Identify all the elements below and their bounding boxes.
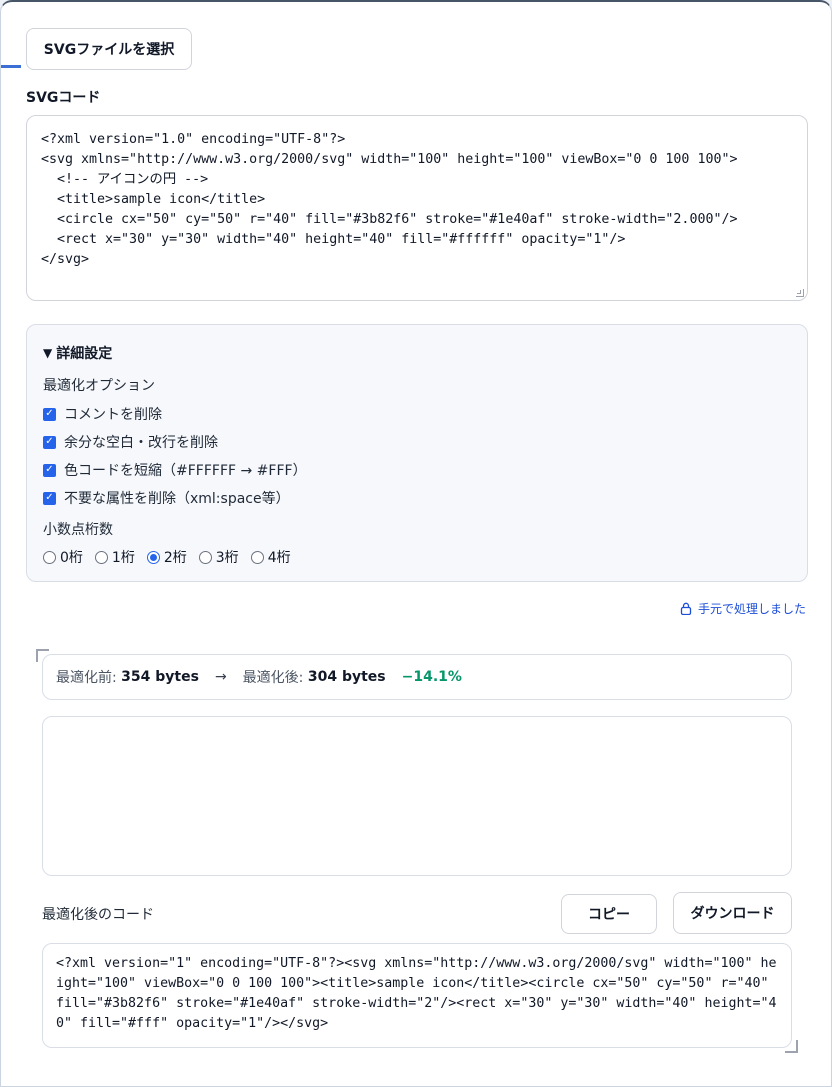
reduction-percent: −14.1%: [401, 669, 462, 685]
optimize-options-label: 最適化オプション: [43, 378, 155, 394]
code-line: <rect x="30" y="30" width="40" height="4…: [41, 232, 626, 247]
copy-button[interactable]: コピー: [561, 894, 657, 934]
option-shorten-colors[interactable]: ✓ 色コードを短縮（#FFFFFF → #FFF）: [43, 460, 307, 480]
option-label: 不要な属性を削除（xml:space等）: [64, 491, 290, 507]
code-line: </svg>: [41, 252, 90, 267]
code-line: <title>sample icon</title>: [41, 192, 266, 207]
advanced-settings-toggle[interactable]: ▼ 詳細設定: [43, 343, 112, 363]
radio-label: 0桁: [60, 550, 83, 566]
radio-decimal-1[interactable]: 1桁: [94, 547, 135, 567]
lock-icon: [680, 602, 692, 615]
optimizer-panel: SVGファイルを選択 SVGコード <?xml version="1.0" en…: [0, 0, 832, 1087]
decimal-places-radio-group: 0桁 1桁 2桁 3桁 4桁: [43, 547, 291, 567]
code-line: <!-- アイコンの円 -->: [41, 172, 209, 187]
radio-label: 4桁: [267, 550, 291, 566]
option-remove-comments[interactable]: ✓ コメントを削除: [43, 404, 162, 424]
after-value: 304 bytes: [307, 669, 386, 685]
radio-decimal-4[interactable]: 4桁: [250, 547, 291, 567]
advanced-settings: ▼ 詳細設定 最適化オプション ✓ コメントを削除 ✓ 余分な空白・改行を削除 …: [26, 324, 808, 582]
before-value: 354 bytes: [121, 669, 199, 685]
select-svg-file-button[interactable]: SVGファイルを選択: [26, 28, 192, 70]
resize-grip-icon[interactable]: [796, 289, 804, 297]
radio-decimal-3[interactable]: 3桁: [198, 547, 239, 567]
radio-label: 1桁: [111, 550, 135, 566]
option-label: 色コードを短縮（#FFFFFF → #FFF）: [64, 463, 307, 479]
radio-icon[interactable]: [94, 550, 108, 564]
svg-code-label: SVGコード: [26, 90, 101, 106]
radio-label: 2桁: [163, 550, 187, 566]
before-label: 最適化前:: [56, 670, 117, 686]
checkbox-checked-icon[interactable]: ✓: [43, 491, 56, 505]
triangle-down-icon: ▼: [43, 346, 53, 360]
size-stats: 最適化前: 354 bytes → 最適化後: 304 bytes −14.1%: [42, 654, 792, 700]
svg-code-textarea[interactable]: <?xml version="1.0" encoding="UTF-8"?> <s…: [26, 115, 808, 301]
decimal-places-label: 小数点桁数: [43, 522, 113, 538]
code-line: <circle cx="50" cy="50" r="40" fill="#3b…: [41, 212, 738, 227]
radio-icon[interactable]: [250, 550, 264, 564]
corner-bracket-bottom-right: [785, 1040, 798, 1053]
checkbox-checked-icon[interactable]: ✓: [43, 435, 56, 449]
radio-icon[interactable]: [198, 550, 212, 564]
svg-preview-area: [42, 716, 792, 876]
optimized-code-output[interactable]: <?xml version="1" encoding="UTF-8"?><svg…: [42, 943, 792, 1048]
checkbox-checked-icon[interactable]: ✓: [43, 407, 56, 421]
accent-line: [1, 65, 21, 68]
output-code-label: 最適化後のコード: [42, 907, 154, 923]
code-line: <svg xmlns="http://www.w3.org/2000/svg" …: [41, 152, 738, 167]
option-remove-attributes[interactable]: ✓ 不要な属性を削除（xml:space等）: [43, 488, 290, 508]
advanced-settings-title: 詳細設定: [56, 346, 113, 362]
option-label: コメントを削除: [64, 407, 162, 423]
code-line: <?xml version="1.0" encoding="UTF-8"?>: [41, 132, 346, 147]
arrow-right-icon: →: [214, 669, 227, 685]
local-note-text: 手元で処理しました: [697, 602, 806, 616]
radio-selected-icon[interactable]: [146, 550, 160, 564]
after-label: 最適化後:: [242, 670, 304, 686]
radio-label: 3桁: [215, 550, 239, 566]
radio-decimal-0[interactable]: 0桁: [43, 547, 83, 567]
option-label: 余分な空白・改行を削除: [64, 435, 218, 451]
local-processing-note: 手元で処理しました: [680, 600, 806, 617]
radio-icon[interactable]: [43, 550, 56, 564]
download-button[interactable]: ダウンロード: [673, 892, 792, 934]
radio-decimal-2[interactable]: 2桁: [146, 547, 187, 567]
option-remove-whitespace[interactable]: ✓ 余分な空白・改行を削除: [43, 432, 218, 452]
checkbox-checked-icon[interactable]: ✓: [43, 463, 56, 477]
